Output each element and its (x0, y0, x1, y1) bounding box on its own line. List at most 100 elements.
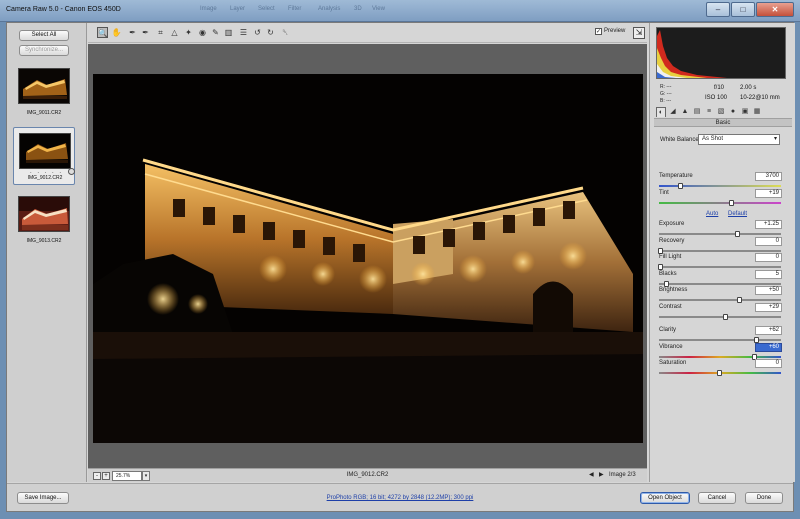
contrast-value-field[interactable]: +29 (755, 302, 782, 312)
fill-light-value-field[interactable]: 0 (755, 253, 782, 262)
done-button[interactable]: Done (745, 492, 783, 504)
white-balance-value: As Shot (702, 136, 724, 142)
tab-hsl-icon[interactable]: ▤ (692, 107, 702, 117)
preview-toggle[interactable]: ✓ Preview (595, 28, 625, 35)
histogram (656, 27, 786, 79)
brightness-label: Brightness (659, 287, 688, 293)
recovery-value-field[interactable]: 0 (755, 236, 782, 246)
white-balance-tool-icon[interactable]: ✒ (127, 27, 138, 38)
thumbnail-filename: IMG_9013.CR2 (26, 238, 62, 244)
preferences-icon[interactable]: ☰ (238, 27, 249, 38)
default-link[interactable]: Default (728, 211, 747, 217)
filmstrip-item[interactable]: IMG_9013.CR2 (13, 191, 75, 249)
previous-image-icon[interactable]: ◀ (589, 471, 594, 478)
clarity-value-field[interactable]: +62 (755, 326, 782, 335)
saturation-value-field[interactable]: 0 (755, 359, 782, 368)
blacks-label: Blacks (659, 270, 677, 277)
rotate-right-icon[interactable]: ↻ (265, 27, 276, 38)
preview-status-bar: - + 25.7% ▾ IMG_9012.CR2 ◀ ▶ Image 2/3 (88, 468, 647, 482)
edited-badge-icon (68, 168, 75, 175)
open-object-button[interactable]: Open Object (640, 492, 690, 504)
temperature-label: Temperature (659, 173, 693, 179)
saturation-slider[interactable]: Saturation 0 (658, 359, 784, 380)
exif-lens: 10-22@10 mm (740, 95, 780, 101)
ghost-menu-3d: 3D (354, 6, 362, 12)
tab-basic-icon[interactable]: ◐ (656, 107, 666, 117)
exif-aperture: f/10 (714, 85, 725, 91)
saturation-slider-handle[interactable] (717, 370, 722, 376)
fill-light-slider-handle[interactable] (658, 264, 663, 270)
contrast-track[interactable] (659, 315, 781, 318)
clarity-track[interactable] (659, 339, 781, 341)
fill-light-track[interactable] (659, 266, 781, 268)
fullscreen-toggle-icon[interactable]: ⇲ (633, 27, 645, 39)
synchronize-button[interactable]: Synchronize... (19, 45, 69, 56)
vibrance-track[interactable] (659, 355, 781, 358)
recovery-track[interactable] (659, 249, 781, 252)
tab-camera-calibration-icon[interactable]: ● (728, 107, 738, 117)
filmstrip-item-selected[interactable]: . . . . . IMG_9012.CR2 (13, 127, 75, 185)
tab-lens-icon[interactable]: ▧ (716, 107, 726, 117)
preview-photo (93, 74, 643, 443)
cancel-button[interactable]: Cancel (698, 492, 736, 504)
ghost-menu-filter: Filter (288, 6, 302, 12)
tint-value-field[interactable]: +19 (755, 188, 782, 198)
preview-checkbox[interactable]: ✓ (595, 28, 602, 35)
retouch-tool-icon[interactable]: ✦ (183, 27, 194, 38)
exif-shutter: 2.00 s (740, 85, 757, 91)
tab-tone-curve-icon[interactable]: ◢ (668, 107, 678, 117)
minimize-button[interactable]: – (706, 2, 730, 17)
red-eye-tool-icon[interactable]: ◉ (197, 27, 208, 38)
crop-tool-icon[interactable]: ⌗ (155, 27, 166, 38)
recovery-slider-handle[interactable] (658, 247, 663, 254)
saturation-label: Saturation (659, 360, 687, 366)
adjustment-brush-icon[interactable]: ✎ (210, 27, 221, 38)
blacks-slider-handle[interactable] (663, 280, 669, 287)
temperature-slider-handle[interactable] (678, 183, 684, 189)
contrast-slider[interactable]: Contrast +29 (658, 302, 784, 324)
camera-raw-dialog: Select All Synchronize... IMG_9011.CR2 .… (6, 22, 795, 512)
exposure-track[interactable] (659, 233, 781, 235)
contrast-slider-handle[interactable] (722, 313, 728, 320)
tab-split-toning-icon[interactable]: ≡ (704, 107, 714, 117)
maximize-button[interactable]: □ (731, 2, 755, 17)
next-image-icon[interactable]: ▶ (599, 471, 604, 478)
image-preview-area[interactable] (88, 44, 647, 468)
rotate-left-icon[interactable]: ↺ (252, 27, 263, 38)
color-sampler-tool-icon[interactable]: ✒ (140, 27, 151, 38)
brightness-value-field[interactable]: +50 (755, 286, 782, 295)
filmstrip: Select All Synchronize... IMG_9011.CR2 .… (7, 23, 87, 482)
auto-link[interactable]: Auto (706, 211, 718, 217)
hand-tool-icon[interactable]: ✋ (111, 27, 122, 38)
white-balance-select[interactable]: As Shot ▾ (698, 134, 780, 145)
exposure-slider-handle[interactable] (734, 231, 740, 237)
graduated-filter-icon[interactable]: ▥ (223, 27, 234, 38)
tint-slider[interactable]: Tint +19 (658, 188, 784, 210)
trash-icon[interactable]: ␡ (280, 27, 291, 38)
panel-tabs: ◐ ◢ ▲ ▤ ≡ ▧ ● ▣ ▦ (656, 107, 790, 117)
brightness-track[interactable] (659, 299, 781, 301)
exposure-value-field[interactable]: +1.25 (755, 220, 782, 229)
blacks-track[interactable] (659, 282, 781, 285)
temperature-value-field[interactable]: 3700 (755, 172, 782, 181)
filmstrip-item[interactable]: IMG_9011.CR2 (13, 63, 75, 121)
blacks-value-field[interactable]: 5 (755, 269, 782, 279)
tab-presets-icon[interactable]: ▣ (740, 107, 750, 117)
close-button[interactable]: ✕ (756, 2, 794, 17)
straighten-tool-icon[interactable]: △ (169, 27, 180, 38)
tab-snapshots-icon[interactable]: ▦ (752, 107, 762, 117)
brightness-slider-handle[interactable] (737, 297, 743, 303)
thumbnail-filename: IMG_9012.CR2 (27, 175, 63, 181)
zoom-tool-icon[interactable]: 🔍 (97, 27, 108, 38)
green-readout: G: --- (660, 91, 672, 97)
tint-track[interactable] (659, 201, 781, 204)
ghost-menu-layer: Layer (230, 6, 246, 12)
white-balance-label: White Balance: (660, 137, 701, 143)
tint-slider-handle[interactable] (728, 199, 734, 206)
current-filename: IMG_9012.CR2 (346, 472, 389, 478)
tab-detail-icon[interactable]: ▲ (680, 107, 690, 117)
select-all-button[interactable]: Select All (19, 30, 69, 41)
vibrance-label: Vibrance (659, 343, 683, 350)
preview-label: Preview (604, 28, 626, 34)
vibrance-value-field[interactable]: +60 (755, 342, 782, 352)
